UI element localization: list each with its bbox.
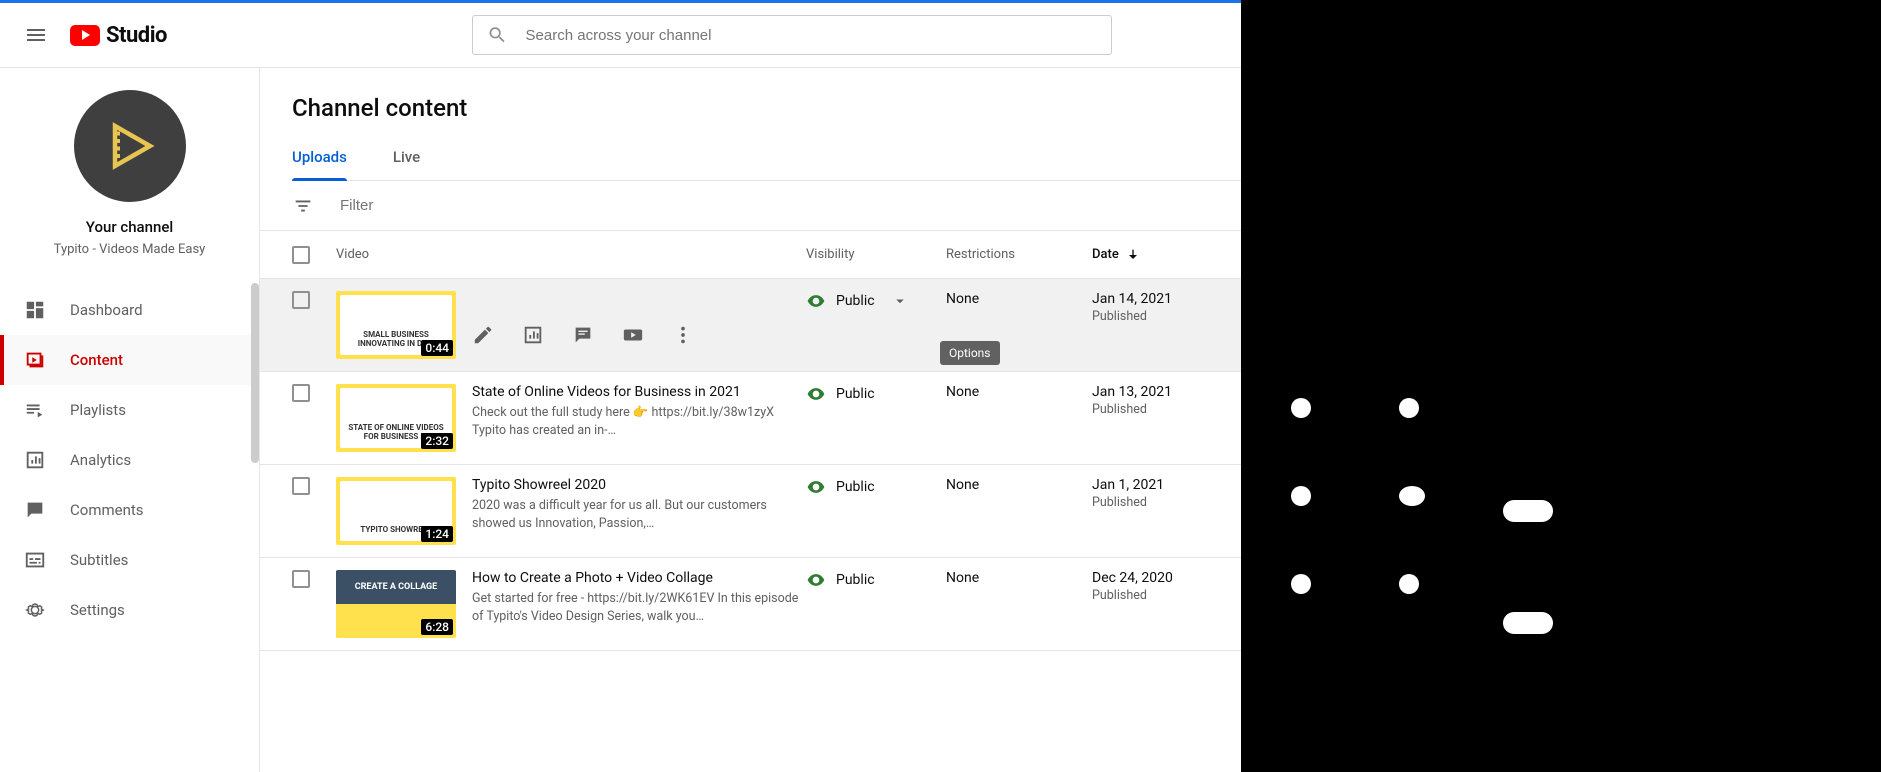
more-vert-icon[interactable] <box>672 324 694 346</box>
nav-label: Analytics <box>70 451 131 469</box>
obscured-right-panel <box>1241 0 1881 772</box>
comments-icon <box>24 499 46 521</box>
playlists-icon <box>24 399 46 421</box>
video-thumbnail[interactable]: SMALL BUSINESS INNOVATING IN DIRE 0:44 <box>336 291 456 359</box>
col-video: Video <box>336 247 806 262</box>
visibility-label: Public <box>836 572 875 588</box>
sidebar-item-settings[interactable]: Settings <box>0 585 259 635</box>
visibility-cell: Public <box>806 477 946 497</box>
sort-desc-icon <box>1125 247 1141 263</box>
video-thumbnail[interactable]: CREATE A COLLAGE 6:28 <box>336 570 456 638</box>
video-description: 2020 was a difficult year for us all. Bu… <box>472 497 806 533</box>
col-date-sort[interactable]: Date <box>1092 247 1232 263</box>
video-duration: 2:32 <box>421 433 453 449</box>
video-description: Check out the full study here 👉 https://… <box>472 404 806 440</box>
nav-label: Playlists <box>70 401 126 419</box>
video-title: How to Create a Photo + Video Collage <box>472 570 806 586</box>
content-icon <box>24 349 46 371</box>
sidebar-item-content[interactable]: Content <box>0 335 259 385</box>
col-date-label: Date <box>1092 247 1119 262</box>
nav-label: Settings <box>70 601 125 619</box>
channel-title: Your channel <box>86 218 173 236</box>
nav-label: Comments <box>70 501 144 519</box>
restrictions-cell: None <box>946 477 1092 493</box>
filter-input[interactable] <box>340 197 640 214</box>
restrictions-cell: None <box>946 291 1092 307</box>
date-cell: Jan 1, 2021 Published <box>1092 477 1164 510</box>
row-checkbox[interactable] <box>292 291 310 309</box>
visibility-cell: Public <box>806 570 946 590</box>
nav-label: Content <box>70 351 123 369</box>
eye-icon <box>806 477 826 497</box>
chevron-down-icon <box>891 292 909 310</box>
sidebar: Your channel Typito - Videos Made Easy D… <box>0 68 260 772</box>
visibility-label: Public <box>836 386 875 402</box>
filter-icon[interactable] <box>292 195 314 217</box>
sidebar-item-subtitles[interactable]: Subtitles <box>0 535 259 585</box>
restrictions-cell: None <box>946 384 1092 400</box>
analytics-icon <box>24 449 46 471</box>
col-restrictions: Restrictions <box>946 247 1092 262</box>
nav-label: Dashboard <box>70 301 143 319</box>
video-thumbnail[interactable]: TYPITO SHOWREEL 1:24 <box>336 477 456 545</box>
visibility-cell[interactable]: Public <box>806 291 946 311</box>
hamburger-icon <box>24 23 48 47</box>
youtube-studio-logo[interactable]: Studio <box>70 23 167 48</box>
visibility-label: Public <box>836 293 875 309</box>
settings-icon <box>24 599 46 621</box>
eye-icon <box>806 291 826 311</box>
video-thumbnail[interactable]: STATE OF ONLINE VIDEOS FOR BUSINESS IN 2… <box>336 384 456 452</box>
sidebar-item-comments[interactable]: Comments <box>0 485 259 535</box>
sidebar-nav: Dashboard Content Playlists Analytics Commen… <box>0 285 259 635</box>
restrictions-cell: None <box>946 570 1092 586</box>
tab-uploads[interactable]: Uploads <box>292 148 347 180</box>
search-input[interactable] <box>526 27 1097 44</box>
video-description: Get started for free - https://bit.ly/2W… <box>472 590 806 626</box>
subtitles-icon <box>24 549 46 571</box>
channel-subtitle: Typito - Videos Made Easy <box>54 242 206 257</box>
video-title: Typito Showreel 2020 <box>472 477 806 493</box>
date-cell: Jan 14, 2021 Published <box>1092 291 1172 324</box>
comments-icon[interactable] <box>572 324 594 346</box>
logo-text: Studio <box>106 23 167 48</box>
select-all-checkbox[interactable] <box>292 246 310 264</box>
visibility-label: Public <box>836 479 875 495</box>
channel-info: Your channel Typito - Videos Made Easy <box>0 68 259 275</box>
row-checkbox[interactable] <box>292 384 310 402</box>
search-bar[interactable] <box>472 15 1112 55</box>
youtube-play-icon <box>70 25 100 46</box>
dashboard-icon <box>24 299 46 321</box>
date-cell: Dec 24, 2020 Published <box>1092 570 1173 603</box>
hamburger-menu-button[interactable] <box>16 15 56 55</box>
date-cell: Jan 13, 2021 Published <box>1092 384 1172 417</box>
row-checkbox[interactable] <box>292 477 310 495</box>
channel-avatar[interactable] <box>74 90 186 202</box>
edit-icon[interactable] <box>472 324 494 346</box>
eye-icon <box>806 570 826 590</box>
video-duration: 1:24 <box>421 526 453 542</box>
sidebar-item-playlists[interactable]: Playlists <box>0 385 259 435</box>
video-title: State of Online Videos for Business in 2… <box>472 384 806 400</box>
analytics-icon[interactable] <box>522 324 544 346</box>
eye-icon <box>806 384 826 404</box>
youtube-icon[interactable] <box>622 324 644 346</box>
nav-label: Subtitles <box>70 551 128 569</box>
tab-live[interactable]: Live <box>393 148 420 180</box>
col-visibility: Visibility <box>806 247 946 262</box>
video-duration: 6:28 <box>421 619 453 635</box>
scrollbar-thumb[interactable] <box>251 283 259 463</box>
sidebar-item-analytics[interactable]: Analytics <box>0 435 259 485</box>
sidebar-item-dashboard[interactable]: Dashboard <box>0 285 259 335</box>
search-icon <box>487 24 508 46</box>
row-checkbox[interactable] <box>292 570 310 588</box>
row-hover-actions <box>472 291 694 359</box>
options-tooltip: Options <box>940 341 1000 365</box>
video-duration: 0:44 <box>421 340 453 356</box>
play-frames-icon <box>100 116 160 176</box>
visibility-cell: Public <box>806 384 946 404</box>
